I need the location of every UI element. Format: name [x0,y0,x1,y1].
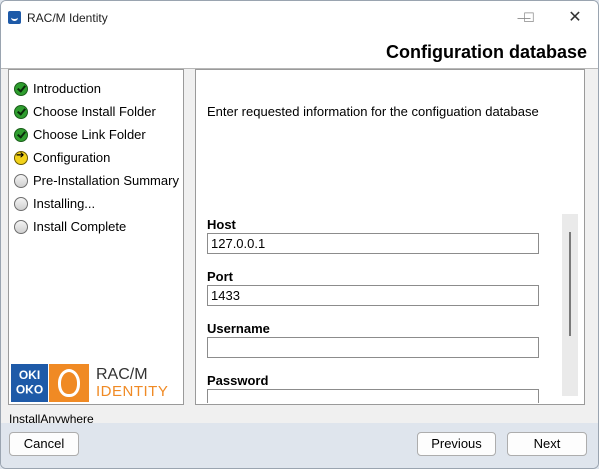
oki-logo: OKI OKO [11,364,48,402]
password-label: Password [207,373,269,388]
check-circle-icon [14,82,28,96]
footer-bar: Cancel Previous Next [1,423,598,468]
step-label: Pre-Installation Summary [33,173,179,188]
previous-button[interactable]: Previous [417,432,496,456]
instructions-text: Enter requested information for the conf… [207,104,539,119]
logo-product-subtitle: IDENTITY [96,383,169,400]
username-field[interactable] [207,337,539,358]
cancel-button[interactable]: Cancel [9,432,79,456]
maximize-icon[interactable]: ☐ [515,7,543,29]
next-button[interactable]: Next [507,432,587,456]
host-field[interactable] [207,233,539,254]
empty-circle-icon [14,174,28,188]
check-circle-icon [14,128,28,142]
oki-logo-line1: OKI [18,368,41,382]
page-header: Configuration database [1,34,598,69]
step-label: Choose Install Folder [33,104,156,119]
empty-circle-icon [14,220,28,234]
arrow-circle-icon [14,150,28,165]
app-icon [8,11,21,24]
step-label: Configuration [33,150,111,165]
password-field[interactable] [207,389,539,403]
step-label: Install Complete [33,219,127,234]
fingerprint-icon [49,364,89,402]
product-logo: OKI OKO RAC/M IDENTITY [11,364,179,402]
step-label: Choose Link Folder [33,127,146,142]
port-field[interactable] [207,285,539,306]
port-label: Port [207,269,233,284]
scrollbar[interactable] [562,214,578,396]
empty-circle-icon [14,197,28,211]
steps-panel: Introduction Choose Install Folder Choos… [8,69,184,405]
logo-product-name: RAC/M [96,366,148,383]
step-label: Installing... [33,196,96,211]
title-bar[interactable]: RAC/M Identity — ☐ ✕ [1,1,598,34]
window-title: RAC/M Identity [27,11,108,25]
oki-logo-line2: OKO [15,382,44,396]
config-panel: Enter requested information for the conf… [195,69,585,405]
page-title: Configuration database [385,42,587,62]
host-label: Host [207,217,236,232]
scrollbar-thumb[interactable] [569,232,571,336]
installer-window: RAC/M Identity — ☐ ✕ Configuration datab… [0,0,599,469]
close-icon[interactable]: ✕ [561,7,589,29]
username-label: Username [207,321,270,336]
check-circle-icon [14,105,28,119]
step-label: Introduction [33,81,101,96]
